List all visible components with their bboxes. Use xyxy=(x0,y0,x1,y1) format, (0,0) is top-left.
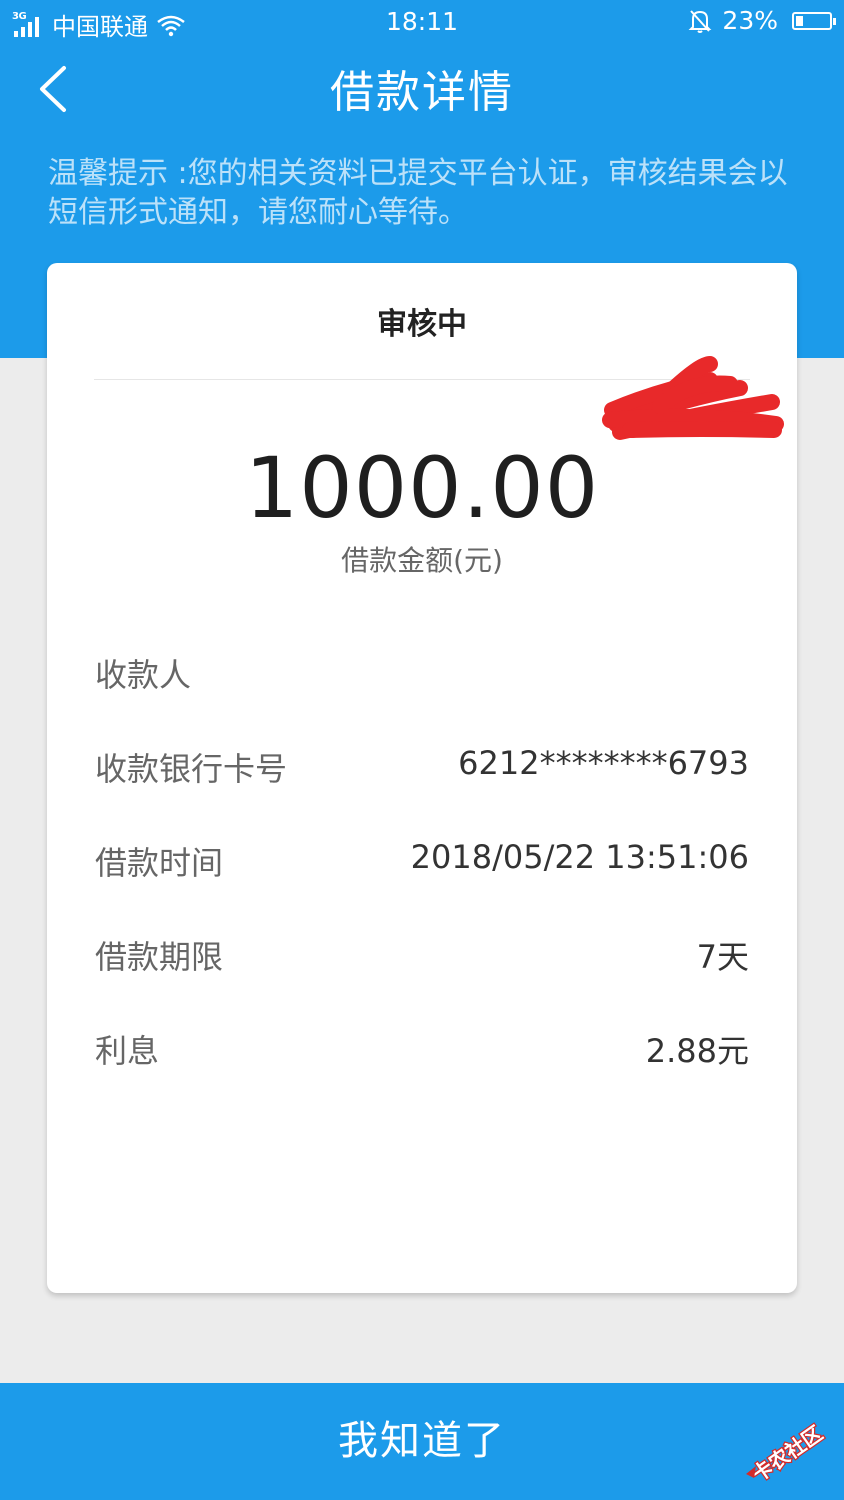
row-bank-card: 收款银行卡号 6212********6793 xyxy=(95,744,749,788)
row-value: 2018/05/22 13:51:06 xyxy=(410,838,749,876)
row-label: 利息 xyxy=(95,1032,160,1070)
loan-amount-label: 借款金额(元) xyxy=(341,544,503,577)
row-value: 7天 xyxy=(696,938,749,976)
row-interest: 利息 2.88元 xyxy=(95,1026,749,1070)
battery-percent: 23% xyxy=(722,6,778,35)
row-value: 2.88元 xyxy=(645,1032,749,1070)
row-label: 借款期限 xyxy=(95,938,224,976)
battery-icon xyxy=(792,11,836,30)
kanong-watermark-logo: 卡农社区 xyxy=(746,1420,828,1488)
bell-muted-icon xyxy=(689,9,712,33)
row-value: 6212********6793 xyxy=(458,744,749,782)
row-payee: 收款人 xyxy=(95,650,749,694)
row-label: 收款银行卡号 xyxy=(95,750,288,788)
row-loan-time: 借款时间 2018/05/22 13:51:06 xyxy=(95,838,749,882)
page-title: 借款详情 xyxy=(330,67,514,118)
svg-text:卡农社区: 卡农社区 xyxy=(748,1421,827,1487)
got-it-button[interactable]: 我知道了 xyxy=(0,1383,844,1500)
row-label: 借款时间 xyxy=(95,844,224,882)
status-right: 23% xyxy=(688,6,836,35)
loan-amount: 1000.00 xyxy=(244,439,600,537)
row-label: 收款人 xyxy=(95,656,192,694)
status-bar: 3G 中国联通 18:11 23% xyxy=(0,0,844,44)
battery-fill xyxy=(796,15,803,26)
tip-text: 温馨提示 :您的相关资料已提交平台认证，审核结果会以短信形式通知，请您耐心等待。 xyxy=(48,156,788,230)
redaction-scribble xyxy=(602,356,784,440)
row-loan-term: 借款期限 7天 xyxy=(95,932,749,976)
review-status: 审核中 xyxy=(377,307,467,342)
